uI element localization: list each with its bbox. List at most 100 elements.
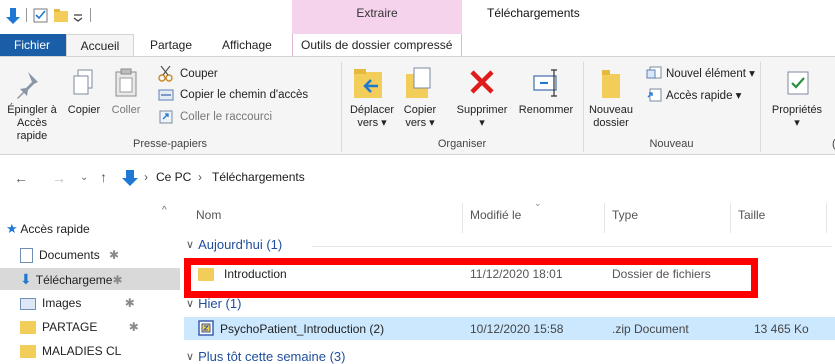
group-divider bbox=[312, 246, 832, 247]
quick-access-toolbar bbox=[4, 6, 114, 26]
column-separator[interactable] bbox=[730, 203, 731, 233]
group-label-organize: Organiser bbox=[437, 138, 487, 150]
chevron-down-icon: ∨ bbox=[186, 298, 195, 310]
file-modified: 10/12/2020 15:58 bbox=[470, 322, 564, 336]
nav-item-maladies[interactable]: MALADIES CL bbox=[20, 340, 121, 362]
star-icon: ★ bbox=[6, 221, 18, 236]
file-name: PsychoPatient_Introduction (2) bbox=[220, 322, 385, 336]
nav-item-label: Images bbox=[42, 296, 82, 310]
tab-share[interactable]: Partage bbox=[150, 34, 192, 56]
sort-chevron-icon: ⌄ bbox=[534, 198, 542, 208]
downloads-arrow-icon: ⬇ bbox=[20, 271, 32, 287]
file-type: .zip Document bbox=[612, 322, 689, 336]
group-label-clipboard: Presse-papiers bbox=[133, 138, 207, 150]
address-bar[interactable]: › Ce PC › Téléchargements bbox=[120, 166, 835, 192]
new-item-button[interactable]: Nouvel élément ▾ bbox=[646, 66, 755, 80]
new-item-icon bbox=[646, 66, 662, 79]
column-header-size[interactable]: Taille bbox=[738, 208, 765, 222]
ribbon-separator bbox=[760, 62, 761, 152]
column-header-type[interactable]: Type bbox=[612, 208, 638, 222]
paste-icon bbox=[115, 68, 137, 97]
nav-item-partage[interactable]: PARTAGE ✱ bbox=[20, 316, 139, 338]
nav-item-label: PARTAGE bbox=[42, 320, 98, 334]
copy-label: Copier bbox=[67, 104, 101, 116]
paste-shortcut-icon bbox=[159, 110, 173, 124]
recent-locations-chevron-icon[interactable]: ⌄ bbox=[80, 172, 88, 183]
nav-item-label: Documents bbox=[39, 248, 100, 262]
group-header-earlier-week[interactable]: ∨ Plus tôt cette semaine (3) bbox=[186, 349, 345, 364]
tab-file[interactable]: Fichier bbox=[0, 34, 66, 56]
nav-item-label: Téléchargeme bbox=[35, 273, 113, 287]
chevron-down-icon: ∨ bbox=[186, 351, 195, 363]
column-separator[interactable] bbox=[826, 203, 827, 233]
folder-icon bbox=[20, 321, 36, 335]
properties-dropdown[interactable]: ▾ bbox=[766, 117, 828, 130]
pin-quick-access-button[interactable]: Épingler à Accès rapide bbox=[6, 64, 58, 143]
delete-button[interactable]: Supprimer ▾ bbox=[450, 64, 514, 130]
breadcrumb-chevron-icon: › bbox=[198, 170, 202, 184]
group-header-yesterday[interactable]: ∨ Hier (1) bbox=[186, 296, 241, 311]
nav-item-quick-access[interactable]: ★ Accès rapide bbox=[6, 218, 90, 240]
pin-label-1: Épingler à bbox=[7, 104, 57, 116]
file-row-psychopatient-selected[interactable]: PsychoPatient_Introduction (2) 10/12/202… bbox=[184, 317, 835, 340]
document-icon bbox=[20, 248, 33, 264]
tab-file-label: Fichier bbox=[14, 38, 51, 52]
back-button[interactable]: ← bbox=[14, 170, 28, 186]
delete-dropdown[interactable]: ▾ bbox=[450, 117, 514, 130]
copy-to-icon bbox=[406, 67, 431, 98]
copy-to-button[interactable]: Copier vers ▾ bbox=[398, 64, 442, 130]
column-header-name[interactable]: Nom bbox=[196, 208, 221, 222]
nav-item-label: MALADIES CL bbox=[42, 344, 122, 358]
copy-path-button[interactable]: Copier le chemin d'accès bbox=[158, 88, 308, 102]
group-header-label: Aujourd'hui (1) bbox=[198, 237, 283, 252]
cut-label: Couper bbox=[180, 68, 218, 80]
nav-item-downloads[interactable]: ⬇ Téléchargeme✱ bbox=[20, 268, 123, 290]
delete-label: Supprimer bbox=[456, 104, 508, 116]
image-icon bbox=[20, 297, 36, 310]
pin-icon: ✱ bbox=[112, 273, 123, 287]
easy-access-icon bbox=[647, 88, 662, 102]
breadcrumb-root[interactable]: Ce PC bbox=[156, 170, 191, 184]
properties-button[interactable]: Propriétés ▾ bbox=[766, 64, 828, 130]
copy-button[interactable]: Copier bbox=[62, 64, 106, 117]
group-label-new: Nouveau bbox=[649, 138, 694, 150]
tab-home[interactable]: Accueil bbox=[66, 34, 134, 56]
rename-button[interactable]: Renommer bbox=[514, 64, 578, 117]
column-separator[interactable] bbox=[604, 203, 605, 233]
forward-button[interactable]: → bbox=[52, 170, 66, 186]
scissors-icon bbox=[158, 66, 173, 82]
pin-icon: ✱ bbox=[109, 248, 120, 262]
downloads-arrow-icon bbox=[120, 169, 140, 187]
paste-shortcut-button[interactable]: Coller le raccourci bbox=[158, 110, 272, 124]
cut-button[interactable]: Couper bbox=[158, 66, 218, 82]
easy-access-button[interactable]: Accès rapide ▾ bbox=[646, 88, 741, 102]
group-header-today[interactable]: ∨ Aujourd'hui (1) bbox=[186, 237, 282, 252]
copy-to-label-2: vers ▾ bbox=[405, 117, 435, 129]
group-header-label: Plus tôt cette semaine (3) bbox=[198, 349, 346, 364]
properties-label: Propriétés bbox=[771, 104, 823, 116]
tab-view[interactable]: Affichage bbox=[222, 34, 272, 56]
breadcrumb-chevron-icon: › bbox=[144, 170, 148, 184]
move-to-label-2: vers ▾ bbox=[357, 117, 387, 129]
paste-shortcut-label: Coller le raccourci bbox=[180, 111, 273, 123]
new-folder-icon bbox=[602, 70, 620, 98]
breadcrumb-current[interactable]: Téléchargements bbox=[212, 170, 305, 184]
pin-icon bbox=[17, 72, 38, 99]
new-folder-button[interactable]: Nouveau dossier bbox=[588, 64, 634, 130]
column-separator[interactable] bbox=[462, 203, 463, 233]
new-folder-label-2: dossier bbox=[593, 117, 629, 129]
easy-access-label: Accès rapide ▾ bbox=[666, 90, 742, 102]
paste-button[interactable]: Coller bbox=[104, 64, 148, 117]
nav-item-documents[interactable]: Documents ✱ bbox=[20, 244, 119, 266]
column-header-modified[interactable]: Modifié le bbox=[470, 208, 521, 222]
new-folder-label-1: Nouveau bbox=[588, 104, 634, 116]
properties-check-icon bbox=[787, 71, 809, 95]
paste-label: Coller bbox=[111, 104, 141, 116]
up-button[interactable]: ↑ bbox=[100, 169, 107, 185]
nav-scroll-up-icon[interactable]: ^ bbox=[162, 205, 167, 216]
copy-icon bbox=[73, 69, 93, 95]
move-to-button[interactable]: Déplacer vers ▾ bbox=[348, 64, 396, 130]
context-tab-label[interactable]: Extraire bbox=[292, 6, 462, 20]
nav-item-images[interactable]: Images ✱ bbox=[20, 292, 135, 314]
delete-x-icon bbox=[470, 70, 494, 94]
